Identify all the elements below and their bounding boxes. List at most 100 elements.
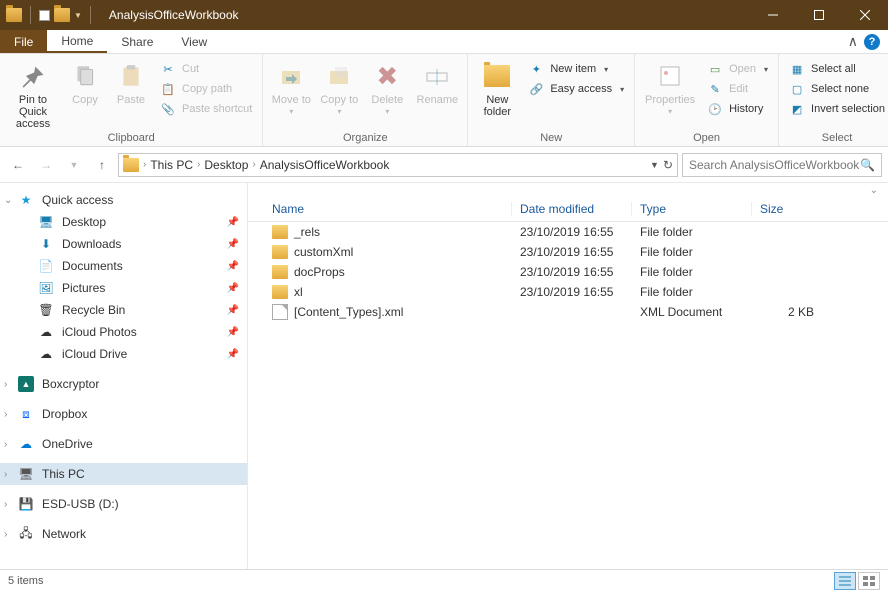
nav-desktop[interactable]: 🖥Desktop📌 <box>0 211 247 233</box>
column-chevron-icon[interactable]: ⌄ <box>248 183 888 196</box>
minimize-button[interactable] <box>750 0 796 30</box>
recent-locations-button[interactable]: ▼ <box>62 153 86 177</box>
file-type: File folder <box>632 245 752 259</box>
nav-icloud-drive[interactable]: ☁iCloud Drive📌 <box>0 343 247 365</box>
invert-selection-button[interactable]: ◩Invert selection <box>785 100 888 118</box>
group-clipboard: Pin to Quick access Copy Paste ✂Cut 📋Cop… <box>0 54 263 146</box>
ribbon: Pin to Quick access Copy Paste ✂Cut 📋Cop… <box>0 54 888 147</box>
nav-recycle-bin[interactable]: 🗑Recycle Bin📌 <box>0 299 247 321</box>
maximize-button[interactable] <box>796 0 842 30</box>
close-button[interactable] <box>842 0 888 30</box>
file-name: _rels <box>294 225 320 239</box>
open-button[interactable]: ▭Open▾ <box>703 60 772 78</box>
file-name: xl <box>294 285 303 299</box>
file-type: File folder <box>632 265 752 279</box>
file-name: docProps <box>294 265 345 279</box>
ribbon-collapse-icon[interactable]: ∧ <box>848 33 858 50</box>
window-title: AnalysisOfficeWorkbook <box>101 8 239 22</box>
paste-button[interactable]: Paste <box>110 56 152 106</box>
pin-icon: 📌 <box>227 239 239 250</box>
table-row[interactable]: [Content_Types].xmlXML Document2 KB <box>248 302 888 322</box>
pin-icon: 📌 <box>227 283 239 294</box>
qat-dropdown-icon[interactable]: ▼ <box>74 11 82 20</box>
select-none-button[interactable]: ▢Select none <box>785 80 888 98</box>
crumb-desktop[interactable]: Desktop› <box>204 158 255 172</box>
select-all-button[interactable]: ▦Select all <box>785 60 888 78</box>
folder-icon <box>272 225 288 239</box>
nav-quick-access[interactable]: ⌄★Quick access <box>0 189 247 211</box>
pin-icon: 📌 <box>227 305 239 316</box>
search-input[interactable]: Search AnalysisOfficeWorkbook 🔍 <box>682 153 882 177</box>
move-to-button[interactable]: Move to▾ <box>269 56 313 117</box>
copy-path-button[interactable]: 📋Copy path <box>156 80 256 98</box>
file-date: 23/10/2019 16:55 <box>512 225 632 239</box>
new-folder-button[interactable]: New folder <box>474 56 520 118</box>
nav-dropbox[interactable]: ›⧈Dropbox <box>0 403 247 425</box>
file-icon <box>272 304 288 320</box>
pin-icon: 📌 <box>227 349 239 360</box>
table-row[interactable]: docProps 23/10/2019 16:55File folder <box>248 262 888 282</box>
cut-button[interactable]: ✂Cut <box>156 60 256 78</box>
properties-button[interactable]: Properties▾ <box>641 56 699 117</box>
file-type: XML Document <box>632 305 752 319</box>
history-button[interactable]: 🕑History <box>703 100 772 118</box>
address-folder-icon <box>123 158 139 172</box>
col-date[interactable]: Date modified <box>512 202 632 216</box>
folder-icon <box>272 285 288 299</box>
file-date: 23/10/2019 16:55 <box>512 285 632 299</box>
app-icon <box>6 8 22 22</box>
edit-button[interactable]: ✎Edit <box>703 80 772 98</box>
address-dropdown-icon[interactable]: ▼ <box>650 160 659 170</box>
column-headers: Name Date modified Type Size <box>248 196 888 222</box>
table-row[interactable]: _rels 23/10/2019 16:55File folder <box>248 222 888 242</box>
crumb-current[interactable]: AnalysisOfficeWorkbook <box>260 158 390 172</box>
file-size: 2 KB <box>752 305 822 319</box>
table-row[interactable]: xl 23/10/2019 16:55File folder <box>248 282 888 302</box>
forward-button[interactable]: → <box>34 153 58 177</box>
large-icons-view-button[interactable] <box>858 572 880 590</box>
details-view-button[interactable] <box>834 572 856 590</box>
search-icon: 🔍 <box>860 158 875 172</box>
nav-boxcryptor[interactable]: ›▲Boxcryptor <box>0 373 247 395</box>
col-name[interactable]: Name <box>264 202 512 216</box>
crumb-thispc[interactable]: This PC› <box>150 158 200 172</box>
qat-checkbox-icon[interactable] <box>39 10 50 21</box>
help-icon[interactable]: ? <box>864 34 880 50</box>
table-row[interactable]: customXml23/10/2019 16:55File folder <box>248 242 888 262</box>
qat-folder-icon[interactable] <box>54 8 70 22</box>
new-item-button[interactable]: ✦New item▾ <box>524 60 628 78</box>
file-date: 23/10/2019 16:55 <box>512 265 632 279</box>
refresh-button[interactable]: ↻ <box>663 158 673 172</box>
folder-icon <box>272 265 288 279</box>
status-bar: 5 items <box>0 569 888 591</box>
copy-button[interactable]: Copy <box>64 56 106 106</box>
title-bar: ▼ AnalysisOfficeWorkbook <box>0 0 888 30</box>
tab-share[interactable]: Share <box>107 30 167 53</box>
nav-onedrive[interactable]: ›☁OneDrive <box>0 433 247 455</box>
nav-pictures[interactable]: 🖼Pictures📌 <box>0 277 247 299</box>
col-size[interactable]: Size <box>752 202 822 216</box>
copy-to-button[interactable]: Copy to▾ <box>317 56 361 117</box>
pin-quick-access-button[interactable]: Pin to Quick access <box>6 56 60 130</box>
file-type: File folder <box>632 225 752 239</box>
tab-home[interactable]: Home <box>47 30 107 53</box>
easy-access-button[interactable]: 🔗Easy access▾ <box>524 80 628 98</box>
delete-button[interactable]: ✖ Delete▾ <box>365 56 409 117</box>
file-type: File folder <box>632 285 752 299</box>
back-button[interactable]: ← <box>6 153 30 177</box>
paste-shortcut-button[interactable]: 📎Paste shortcut <box>156 100 256 118</box>
nav-this-pc[interactable]: ›🖥This PC <box>0 463 247 485</box>
tab-file[interactable]: File <box>0 30 47 53</box>
tab-view[interactable]: View <box>167 30 221 53</box>
address-bar[interactable]: › This PC› Desktop› AnalysisOfficeWorkbo… <box>118 153 678 177</box>
group-select: ▦Select all ▢Select none ◩Invert selecti… <box>779 54 888 146</box>
nav-network[interactable]: ›🖧Network <box>0 523 247 545</box>
nav-downloads[interactable]: ⬇Downloads📌 <box>0 233 247 255</box>
col-type[interactable]: Type <box>632 202 752 216</box>
up-button[interactable]: ↑ <box>90 153 114 177</box>
rename-button[interactable]: Rename <box>413 56 461 106</box>
folder-icon <box>272 245 288 259</box>
nav-documents[interactable]: 📄Documents📌 <box>0 255 247 277</box>
nav-icloud-photos[interactable]: ☁iCloud Photos📌 <box>0 321 247 343</box>
nav-esd-usb[interactable]: ›💾ESD-USB (D:) <box>0 493 247 515</box>
